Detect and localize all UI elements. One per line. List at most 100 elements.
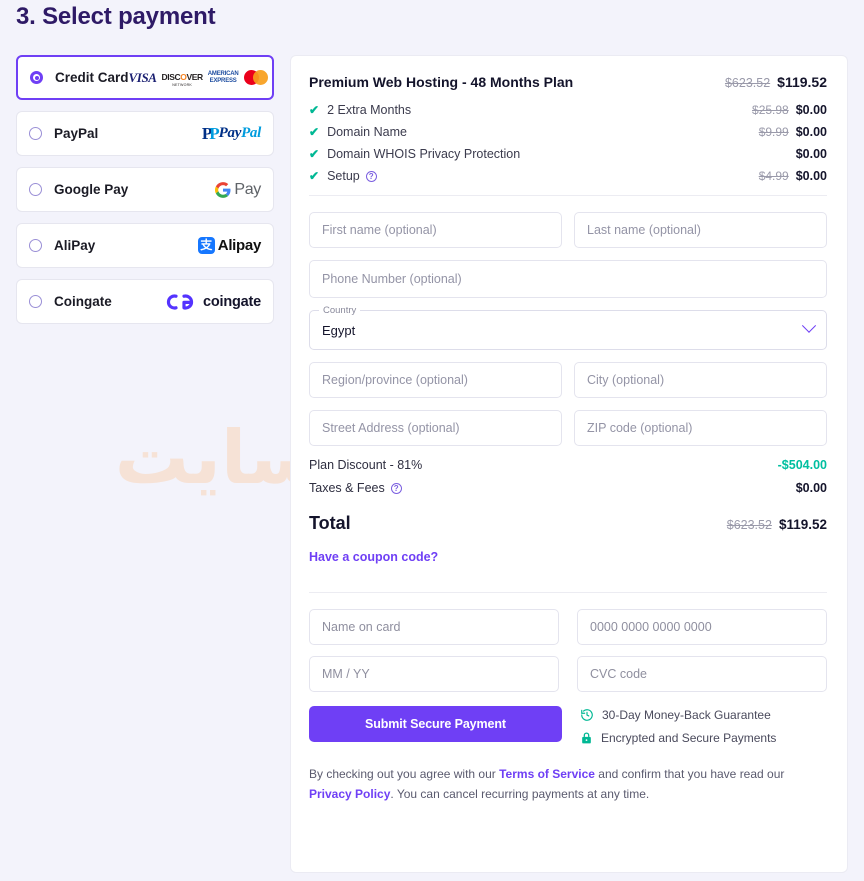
mastercard-icon bbox=[243, 70, 268, 85]
privacy-policy-link[interactable]: Privacy Policy bbox=[309, 787, 390, 801]
payment-method-label: Coingate bbox=[54, 294, 112, 309]
feature-prices: $25.98 $0.00 bbox=[752, 103, 827, 117]
plan-feature-row: ✔ Setup ? $4.99 $0.00 bbox=[309, 169, 827, 183]
payment-method-alipay[interactable]: AliPay 支 Alipay bbox=[16, 223, 274, 268]
zip-code-input[interactable]: ZIP code (optional) bbox=[574, 410, 827, 446]
taxes-fees-label: Taxes & Fees bbox=[309, 481, 385, 495]
chevron-down-icon[interactable] bbox=[801, 318, 817, 333]
lock-icon bbox=[582, 732, 591, 744]
country-label: Country bbox=[319, 305, 361, 316]
plan-feature-row: ✔ 2 Extra Months $25.98 $0.00 bbox=[309, 103, 827, 117]
region-city-row: Region/province (optional) City (optiona… bbox=[309, 362, 827, 398]
plan-discount-value: -$504.00 bbox=[777, 458, 827, 472]
coupon-code-link[interactable]: Have a coupon code? bbox=[309, 550, 438, 564]
clock-refresh-icon bbox=[581, 709, 593, 721]
legal-text: By checking out you agree with our Terms… bbox=[309, 765, 827, 805]
first-name-input[interactable]: First name (optional) bbox=[309, 212, 562, 248]
plan-new-price: $119.52 bbox=[777, 74, 827, 90]
radio-alipay[interactable] bbox=[29, 239, 42, 252]
name-fields-row: First name (optional) Last name (optiona… bbox=[309, 212, 827, 248]
coingate-mark-icon bbox=[166, 293, 194, 310]
check-icon: ✔ bbox=[309, 125, 320, 139]
feature-old-price: $25.98 bbox=[752, 103, 789, 117]
taxes-help-icon[interactable]: ? bbox=[390, 482, 402, 494]
alipay-glyph-icon: 支 bbox=[197, 237, 215, 254]
submit-area: Submit Secure Payment 30-Day Money-Back … bbox=[309, 706, 827, 745]
payment-method-google-pay[interactable]: Google Pay Pay bbox=[16, 167, 274, 212]
payment-method-coingate[interactable]: Coingate coingate bbox=[16, 279, 274, 324]
plan-name: Premium Web Hosting - 48 Months Plan bbox=[309, 74, 574, 90]
total-label: Total bbox=[309, 513, 351, 533]
amex-icon: AMERICAN EXPRESS bbox=[207, 71, 239, 84]
feature-old-price: $9.99 bbox=[758, 125, 789, 139]
card-expiry-input[interactable]: MM / YY bbox=[309, 656, 559, 692]
alipay-logo: 支 Alipay bbox=[197, 235, 261, 257]
divider bbox=[309, 592, 827, 593]
plan-old-price: $623.52 bbox=[724, 76, 771, 90]
money-back-badge: 30-Day Money-Back Guarantee bbox=[580, 708, 776, 722]
badge-label: Encrypted and Secure Payments bbox=[601, 731, 777, 745]
feature-new-price: $0.00 bbox=[795, 125, 827, 139]
card-name-number-row: Name on card 0000 0000 0000 0000 bbox=[309, 609, 827, 645]
taxes-fees-row: Taxes & Fees ? $0.00 bbox=[309, 481, 827, 495]
plan-feature-row: ✔ Domain Name $9.99 $0.00 bbox=[309, 125, 827, 139]
plan-feature-row: ✔ Domain WHOIS Privacy Protection $0.00 bbox=[309, 147, 827, 161]
submit-secure-payment-button[interactable]: Submit Secure Payment bbox=[309, 706, 562, 742]
street-address-input[interactable]: Street Address (optional) bbox=[309, 410, 562, 446]
card-name-input[interactable]: Name on card bbox=[309, 609, 559, 645]
radio-coingate[interactable] bbox=[29, 295, 42, 308]
paypal-p-icon: PP bbox=[201, 123, 220, 143]
feature-new-price: $0.00 bbox=[795, 169, 827, 183]
discover-icon: DISCOVER NETWORK bbox=[161, 71, 204, 87]
feature-old-price: $4.99 bbox=[758, 169, 789, 183]
radio-paypal[interactable] bbox=[29, 127, 42, 140]
paypal-logo: PP PayPal bbox=[201, 123, 261, 143]
phone-row: Phone Number (optional) bbox=[309, 260, 827, 298]
coingate-logo: coingate bbox=[165, 291, 261, 313]
check-icon: ✔ bbox=[309, 103, 320, 117]
plan-discount-row: Plan Discount - 81% -$504.00 bbox=[309, 458, 827, 472]
radio-credit-card[interactable] bbox=[30, 71, 43, 84]
total-new-price: $119.52 bbox=[778, 517, 827, 532]
google-g-icon bbox=[215, 181, 231, 198]
plan-discount-label: Plan Discount - 81% bbox=[309, 458, 423, 472]
secure-payments-badge: Encrypted and Secure Payments bbox=[580, 731, 776, 745]
country-value: Egypt bbox=[322, 322, 356, 338]
credit-card-brand-logos: VISA DISCOVER NETWORK AMERICAN EXPRESS bbox=[129, 67, 268, 89]
total-prices: $623.52 $119.52 bbox=[727, 517, 827, 532]
payment-method-label: Credit Card bbox=[55, 70, 129, 85]
payment-method-credit-card[interactable]: Credit Card VISA DISCOVER NETWORK AMERIC… bbox=[16, 55, 274, 100]
legal-part-1: By checking out you agree with our bbox=[309, 767, 500, 781]
visa-icon: VISA bbox=[128, 69, 157, 85]
legal-part-3: . You can cancel recurring payments at a… bbox=[390, 786, 650, 801]
card-number-input[interactable]: 0000 0000 0000 0000 bbox=[577, 609, 827, 645]
payment-method-label: PayPal bbox=[54, 126, 99, 141]
payment-method-list: Credit Card VISA DISCOVER NETWORK AMERIC… bbox=[16, 55, 274, 335]
legal-part-2: and confirm that you have read our bbox=[594, 767, 785, 781]
city-input[interactable]: City (optional) bbox=[574, 362, 827, 398]
feature-label: Domain WHOIS Privacy Protection bbox=[327, 147, 521, 161]
phone-input[interactable]: Phone Number (optional) bbox=[309, 260, 827, 298]
payment-method-paypal[interactable]: PayPal PP PayPal bbox=[16, 111, 274, 156]
setup-help-icon[interactable]: ? bbox=[365, 170, 377, 182]
page-title: 3. Select payment bbox=[16, 3, 216, 30]
feature-new-price: $0.00 bbox=[795, 103, 827, 117]
divider bbox=[309, 195, 827, 196]
plan-summary-row: Premium Web Hosting - 48 Months Plan $62… bbox=[309, 74, 827, 90]
card-cvc-input[interactable]: CVC code bbox=[577, 656, 827, 692]
radio-google-pay[interactable] bbox=[29, 183, 42, 196]
terms-of-service-link[interactable]: Terms of Service bbox=[499, 767, 595, 781]
total-old-price: $623.52 bbox=[726, 518, 772, 532]
payment-method-label: Google Pay bbox=[54, 182, 129, 197]
payment-method-label: AliPay bbox=[54, 238, 96, 253]
feature-prices: $9.99 $0.00 bbox=[759, 125, 827, 139]
google-pay-logo: Pay bbox=[215, 179, 261, 201]
taxes-fees-value: $0.00 bbox=[795, 481, 827, 495]
feature-prices: $4.99 $0.00 bbox=[759, 169, 827, 183]
feature-label: Setup bbox=[327, 169, 360, 183]
total-row: Total $623.52 $119.52 bbox=[309, 513, 827, 534]
country-select[interactable]: Country Egypt bbox=[309, 305, 827, 350]
last-name-input[interactable]: Last name (optional) bbox=[574, 212, 827, 248]
feature-prices: $0.00 bbox=[796, 147, 827, 161]
region-input[interactable]: Region/province (optional) bbox=[309, 362, 562, 398]
